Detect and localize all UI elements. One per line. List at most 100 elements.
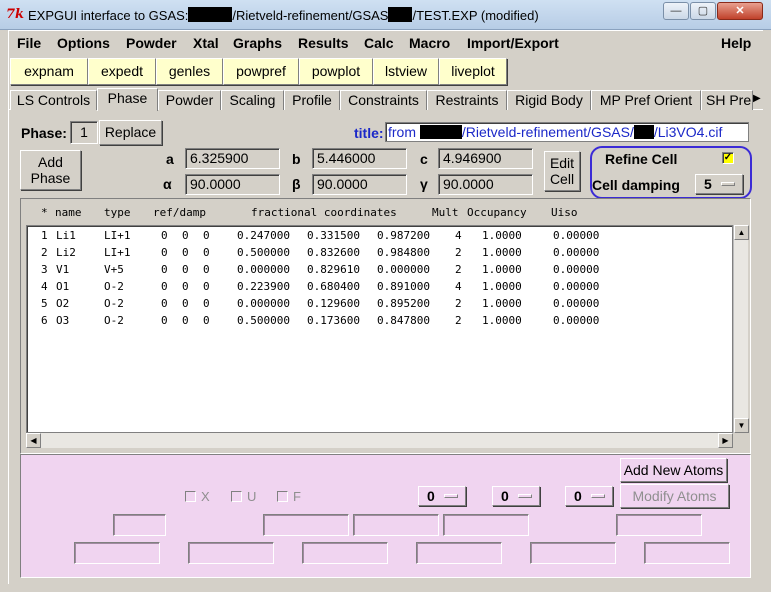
edit-field[interactable] [616,514,702,536]
atom-z: 0.891000 [377,280,430,293]
expnam-button[interactable]: expnam [10,58,88,85]
tab-phase[interactable]: Phase [97,88,158,111]
damping-f-menu[interactable]: 0 [565,486,613,506]
atom-occupancy: 1.0000 [482,229,522,242]
menu-macro[interactable]: Macro [409,35,450,51]
cell-c-label: c [420,151,428,167]
tab-restraints[interactable]: Restraints [427,90,507,110]
tab-scaling[interactable]: Scaling [221,90,284,110]
atom-y: 0.832600 [307,246,360,259]
cell-damping-menu[interactable]: 5 [695,174,743,194]
lstview-button[interactable]: lstview [373,58,439,85]
replace-button[interactable]: Replace [99,120,162,145]
add-phase-button[interactable]: Add Phase [20,150,81,190]
atom-z: 0.984800 [377,246,430,259]
edit-field[interactable] [644,542,730,564]
atom-list-vertical-scrollbar[interactable]: ▲ ▼ [733,225,749,433]
atom-type: O-2 [104,297,124,310]
tab-ls-controls[interactable]: LS Controls [10,90,97,110]
menu-calc[interactable]: Calc [364,35,394,51]
tab-mp-pref-orient[interactable]: MP Pref Orient [591,90,701,110]
atom-number: 4 [41,280,48,293]
redacted-block [419,125,462,139]
expedt-button[interactable]: expedt [88,58,156,85]
menu-options[interactable]: Options [57,35,110,51]
refine-cell-checkbox[interactable]: ✓ [722,152,734,164]
scroll-down-icon[interactable]: ▼ [734,418,749,433]
damping-x-menu[interactable]: 0 [418,486,466,506]
edit-field[interactable] [263,514,349,536]
col-uiso: Uiso [551,206,578,219]
menu-import-export[interactable]: Import/Export [467,35,559,51]
atom-name: V1 [56,263,70,276]
tab-constraints[interactable]: Constraints [340,90,427,110]
tk-app-icon: 7k [6,7,25,22]
atom-ref-x: 0 [161,263,168,276]
edit-field[interactable] [416,542,502,564]
cell-c-value: 4.946900 [438,148,533,169]
scroll-right-icon[interactable]: ▶ [718,433,733,448]
atom-ref-u: 0 [182,263,189,276]
minimize-button[interactable]: — [663,2,689,20]
powplot-button[interactable]: powplot [299,58,373,85]
atom-list[interactable]: 1 Li1 LI+1 0 0 0 0.247000 0.331500 0.987… [26,225,733,433]
atom-ref-x: 0 [161,314,168,327]
liveplot-button[interactable]: liveplot [439,58,507,85]
atom-type: LI+1 [104,229,131,242]
atom-list-horizontal-scrollbar[interactable]: ◀ ▶ [26,433,733,448]
tab-scroll-right-icon[interactable]: ▶ [753,91,763,107]
scroll-up-icon[interactable]: ▲ [734,225,749,240]
edit-field[interactable] [302,542,388,564]
atom-uiso: 0.00000 [553,229,600,242]
atom-ref-x: 0 [161,297,168,310]
edit-cell-button[interactable]: Edit Cell [544,151,580,191]
atom-z: 0.847800 [377,314,430,327]
edit-field[interactable] [530,542,616,564]
edit-field[interactable] [353,514,439,536]
cell-b-label: b [292,151,301,167]
window-title: EXPGUI interface to GSAS:/Rietveld-refin… [28,7,539,23]
powpref-button[interactable]: powpref [223,58,299,85]
edit-field[interactable] [113,514,166,536]
atom-occupancy: 1.0000 [482,246,522,259]
refine-f-checkbox[interactable]: F [277,489,301,504]
modify-atoms-button[interactable]: Modify Atoms [620,484,729,508]
atom-uiso: 0.00000 [553,297,600,310]
menu-results[interactable]: Results [298,35,349,51]
menu-powder[interactable]: Powder [126,35,177,51]
menu-file[interactable]: File [17,35,41,51]
atom-type: O-2 [104,280,124,293]
tab-profile[interactable]: Profile [284,90,340,110]
scroll-left-icon[interactable]: ◀ [26,433,41,448]
add-new-atoms-button[interactable]: Add New Atoms [620,458,727,482]
atom-name: O2 [56,297,70,310]
atom-mult: 4 [455,229,462,242]
close-button[interactable]: ✕ [717,2,763,20]
phase-title-field[interactable]: from /Rietveld-refinement/GSAS//Li3VO4.c… [385,122,749,142]
tab-sh-pref[interactable]: SH Pre [701,90,753,110]
menu-xtal[interactable]: Xtal [193,35,219,51]
edit-field[interactable] [443,514,529,536]
atom-ref-x: 0 [161,280,168,293]
atom-number: 5 [41,297,48,310]
atom-occupancy: 1.0000 [482,297,522,310]
menubar: File Options Powder Xtal Graphs Results … [8,32,763,56]
maximize-button[interactable]: ▢ [690,2,716,20]
tab-powder[interactable]: Powder [158,90,221,110]
atom-y: 0.173600 [307,314,360,327]
damping-u-menu[interactable]: 0 [492,486,540,506]
cell-damping-label: Cell damping [592,177,680,193]
edit-field[interactable] [188,542,274,564]
menu-graphs[interactable]: Graphs [233,35,282,51]
atom-uiso: 0.00000 [553,280,600,293]
refine-x-checkbox[interactable]: X [185,489,210,504]
tab-rigid-body[interactable]: Rigid Body [507,90,591,110]
refine-cell-label: Refine Cell [605,151,678,167]
refine-u-checkbox[interactable]: U [231,489,256,504]
col-refdamp: ref/damp [153,206,206,219]
menu-help[interactable]: Help [721,35,751,51]
genles-button[interactable]: genles [156,58,223,85]
edit-field[interactable] [74,542,160,564]
atom-uiso: 0.00000 [553,246,600,259]
atom-ref-u: 0 [182,229,189,242]
